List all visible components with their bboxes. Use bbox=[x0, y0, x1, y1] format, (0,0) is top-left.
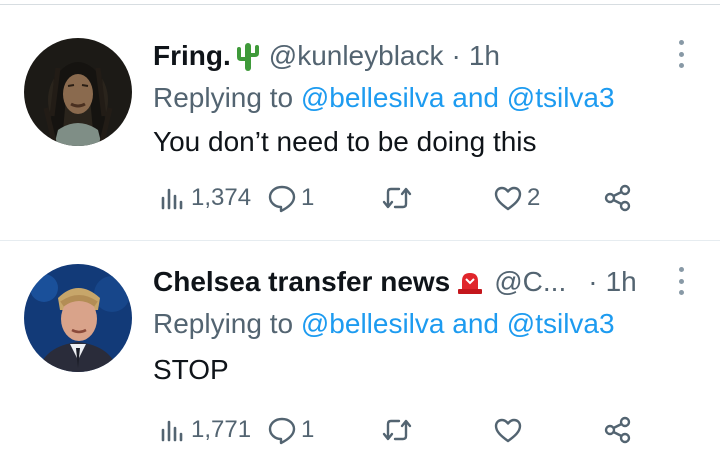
share-button[interactable] bbox=[603, 410, 633, 450]
share-button[interactable] bbox=[603, 178, 633, 218]
like-button[interactable]: 2 bbox=[493, 178, 540, 218]
more-options-icon[interactable] bbox=[672, 40, 690, 68]
tweet-divider bbox=[0, 240, 720, 241]
mention-link[interactable]: @tsilva3 bbox=[507, 82, 615, 113]
tweet-text: STOP bbox=[153, 354, 229, 385]
like-count: 2 bbox=[527, 184, 541, 211]
views-button[interactable]: 1,374 bbox=[159, 178, 251, 218]
mention-link[interactable]: @bellesilva bbox=[301, 82, 445, 113]
timestamp[interactable]: 1h bbox=[606, 266, 637, 298]
heart-icon bbox=[493, 184, 523, 212]
tweet-header: Fring. @kunleyblack · 1h bbox=[153, 36, 500, 76]
reply-count: 1 bbox=[301, 416, 315, 443]
replying-to: Replying to @bellesilva and @tsilva3 bbox=[153, 82, 615, 114]
views-button[interactable]: 1,771 bbox=[159, 410, 251, 450]
tweet-actions: 1,374 1 2 bbox=[153, 178, 653, 218]
share-icon bbox=[603, 415, 633, 445]
replying-to: Replying to @bellesilva and @tsilva3 bbox=[153, 308, 615, 340]
reply-icon bbox=[267, 415, 297, 445]
avatar[interactable] bbox=[24, 38, 132, 146]
like-button[interactable] bbox=[493, 410, 527, 450]
tweet-actions: 1,771 1 bbox=[153, 410, 653, 450]
heart-icon bbox=[493, 416, 523, 444]
retweet-button[interactable] bbox=[381, 178, 417, 218]
mention-link[interactable]: @tsilva3 bbox=[507, 308, 615, 339]
reply-icon bbox=[267, 183, 297, 213]
reply-button[interactable]: 1 bbox=[267, 410, 314, 450]
views-icon bbox=[159, 416, 187, 444]
user-handle[interactable]: @C... bbox=[494, 266, 566, 298]
reply-count: 1 bbox=[301, 184, 315, 211]
user-handle[interactable]: @kunleyblack bbox=[269, 40, 444, 72]
tweet[interactable]: Fring. @kunleyblack · 1h Replying to @be… bbox=[0, 14, 720, 240]
views-icon bbox=[159, 184, 187, 212]
cactus-icon bbox=[236, 41, 259, 71]
timestamp[interactable]: 1h bbox=[469, 40, 500, 72]
top-divider bbox=[0, 4, 720, 5]
replying-prefix: Replying to bbox=[153, 82, 294, 113]
retweet-button[interactable] bbox=[381, 410, 417, 450]
tweet[interactable]: Chelsea transfer news @C... · 1h Replyin… bbox=[0, 242, 720, 466]
avatar[interactable] bbox=[24, 264, 132, 372]
siren-icon bbox=[456, 269, 484, 295]
tweet-text: You don’t need to be doing this bbox=[153, 126, 537, 157]
separator-dot: · bbox=[451, 40, 461, 71]
reply-button[interactable]: 1 bbox=[267, 178, 314, 218]
views-count: 1,374 bbox=[191, 184, 252, 211]
mention-link[interactable]: @bellesilva bbox=[301, 308, 445, 339]
separator-dot: · bbox=[588, 266, 598, 297]
views-count: 1,771 bbox=[191, 416, 252, 443]
mention-joiner: and bbox=[452, 308, 499, 339]
mention-joiner: and bbox=[452, 82, 499, 113]
tweet-header: Chelsea transfer news @C... · 1h bbox=[153, 262, 637, 302]
retweet-icon bbox=[381, 184, 413, 212]
replying-prefix: Replying to bbox=[153, 308, 294, 339]
retweet-icon bbox=[381, 416, 413, 444]
more-options-icon[interactable] bbox=[672, 267, 690, 295]
display-name[interactable]: Chelsea transfer news bbox=[153, 266, 450, 298]
display-name[interactable]: Fring. bbox=[153, 40, 231, 72]
share-icon bbox=[603, 183, 633, 213]
